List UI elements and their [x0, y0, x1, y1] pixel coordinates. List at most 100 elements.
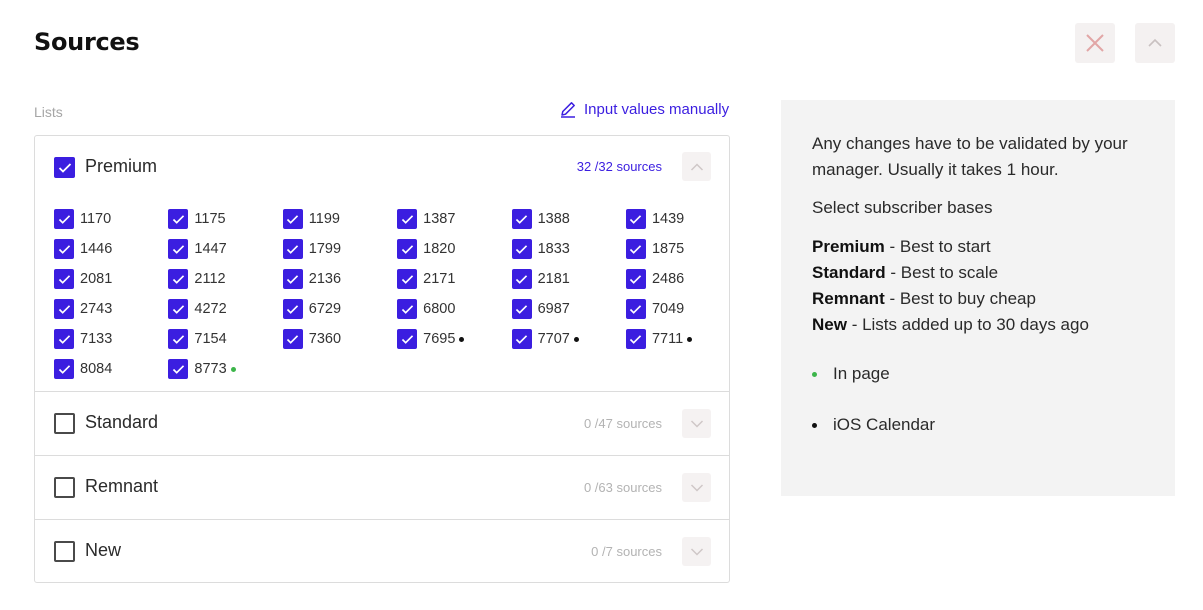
list-item[interactable]: 6800 [397, 294, 511, 324]
list-item[interactable]: 8084 [54, 354, 168, 384]
list-item-checkbox[interactable] [54, 269, 74, 289]
list-item[interactable]: 1799 [282, 234, 397, 264]
checkmark-icon [515, 244, 528, 254]
black-dot-icon [573, 336, 579, 342]
black-dot-icon [687, 336, 693, 342]
toggle-premium-button[interactable] [682, 152, 711, 181]
list-item-checkbox[interactable] [282, 239, 303, 259]
chevron-down-icon [690, 419, 703, 428]
list-item[interactable]: 6987 [511, 294, 626, 324]
list-item[interactable]: 7707 [511, 324, 626, 354]
checkmark-icon [58, 214, 70, 224]
black-dot-icon [459, 336, 465, 342]
list-item-label: 7711 [652, 331, 693, 347]
list-item[interactable]: 2081 [54, 264, 168, 294]
list-item-checkbox[interactable] [54, 239, 74, 259]
list-item-checkbox[interactable] [168, 299, 189, 319]
list-item-checkbox[interactable] [282, 329, 303, 349]
list-item-label: 1199 [308, 211, 340, 227]
list-item[interactable]: 1446 [54, 234, 168, 264]
list-item[interactable]: 1387 [397, 204, 511, 234]
list-item[interactable]: 6729 [282, 294, 397, 324]
list-item-checkbox[interactable] [511, 239, 532, 259]
toggle-remnant-button[interactable] [682, 473, 711, 502]
list-item-checkbox[interactable] [397, 239, 418, 259]
list-item-label: 1833 [537, 241, 570, 257]
list-item[interactable]: 2743 [54, 294, 168, 324]
group-count-standard: 0 /47 sources [583, 416, 662, 431]
remnant-group-checkbox[interactable] [54, 477, 75, 498]
list-item-checkbox[interactable] [511, 209, 532, 229]
list-item-checkbox[interactable] [397, 209, 418, 229]
list-item-checkbox[interactable] [282, 299, 303, 319]
list-item[interactable]: 7049 [625, 294, 740, 324]
new-group-checkbox[interactable] [54, 541, 75, 562]
checkmark-icon [58, 244, 70, 254]
list-item[interactable]: 2136 [282, 264, 397, 294]
list-item-checkbox[interactable] [168, 269, 189, 289]
list-item-checkbox[interactable] [168, 329, 189, 349]
list-item[interactable]: 4272 [168, 294, 282, 324]
close-button[interactable] [1075, 23, 1115, 63]
premium-group-checkbox[interactable] [54, 157, 75, 178]
list-item-checkbox[interactable] [54, 209, 74, 229]
list-item-checkbox[interactable] [625, 209, 646, 229]
list-item-checkbox[interactable] [168, 209, 189, 229]
standard-group-checkbox[interactable] [54, 413, 75, 434]
list-item[interactable]: 1170 [54, 204, 168, 234]
green-dot-icon [230, 366, 236, 372]
list-item-checkbox[interactable] [625, 299, 646, 319]
list-item[interactable]: 2486 [625, 264, 740, 294]
list-item-checkbox[interactable] [397, 269, 418, 289]
list-item[interactable]: 7711 [625, 324, 740, 354]
list-item[interactable]: 1875 [625, 234, 740, 264]
list-item[interactable]: 7360 [282, 324, 397, 354]
group-count-remnant: 0 /63 sources [583, 480, 662, 495]
info-base-new: New - Lists added up to 30 days ago [812, 315, 1089, 334]
premium-items-grid: 1170 1175 1199 1387 1388 1439 1446 1447 1799 1820… [54, 204, 714, 384]
list-item[interactable]: 7133 [54, 324, 168, 354]
list-item-checkbox[interactable] [511, 329, 532, 349]
collapse-panel-button[interactable] [1135, 23, 1175, 63]
group-name-premium: Premium [85, 156, 158, 176]
list-item[interactable]: 2112 [168, 264, 282, 294]
list-item-checkbox[interactable] [282, 209, 303, 229]
input-values-manually-link[interactable]: Input values manually [559, 100, 729, 118]
list-item-checkbox[interactable] [625, 269, 646, 289]
list-item[interactable]: 1388 [511, 204, 626, 234]
info-panel: Any changes have to be validated by your… [781, 100, 1175, 496]
legend-in-page-label: In page [833, 364, 890, 383]
list-item[interactable]: 1447 [168, 234, 282, 264]
legend-ios-calendar-label: iOS Calendar [833, 415, 936, 434]
list-item[interactable]: 1199 [282, 204, 397, 234]
list-item-checkbox[interactable] [168, 359, 189, 379]
list-item-checkbox[interactable] [54, 299, 74, 319]
checkmark-icon [401, 214, 413, 224]
toggle-standard-button[interactable] [682, 409, 711, 438]
list-item[interactable]: 8773 [168, 354, 282, 384]
list-item-checkbox[interactable] [625, 329, 646, 349]
list-item-checkbox[interactable] [511, 269, 532, 289]
list-item-checkbox[interactable] [54, 359, 74, 379]
list-item-label: 7049 [651, 301, 685, 317]
list-item-checkbox[interactable] [282, 269, 303, 289]
list-item[interactable]: 1820 [397, 234, 511, 264]
list-item-label: 1875 [651, 241, 685, 257]
list-item-checkbox[interactable] [625, 239, 646, 259]
list-item-checkbox[interactable] [397, 299, 418, 319]
list-item[interactable]: 1833 [511, 234, 626, 264]
list-item[interactable]: 7695 [397, 324, 511, 354]
list-item[interactable]: 2181 [511, 264, 626, 294]
list-item-checkbox[interactable] [397, 329, 418, 349]
list-item[interactable]: 2171 [397, 264, 511, 294]
toggle-new-button[interactable] [682, 537, 711, 566]
list-item[interactable]: 1439 [625, 204, 740, 234]
list-item-checkbox[interactable] [168, 239, 189, 259]
list-item[interactable]: 7154 [168, 324, 282, 354]
list-item-label: 6987 [537, 301, 570, 317]
list-item-checkbox[interactable] [511, 299, 532, 319]
list-item-checkbox[interactable] [54, 329, 74, 349]
list-item-label: 1387 [423, 211, 456, 227]
list-item-label: 1799 [308, 241, 342, 257]
list-item[interactable]: 1175 [168, 204, 282, 234]
